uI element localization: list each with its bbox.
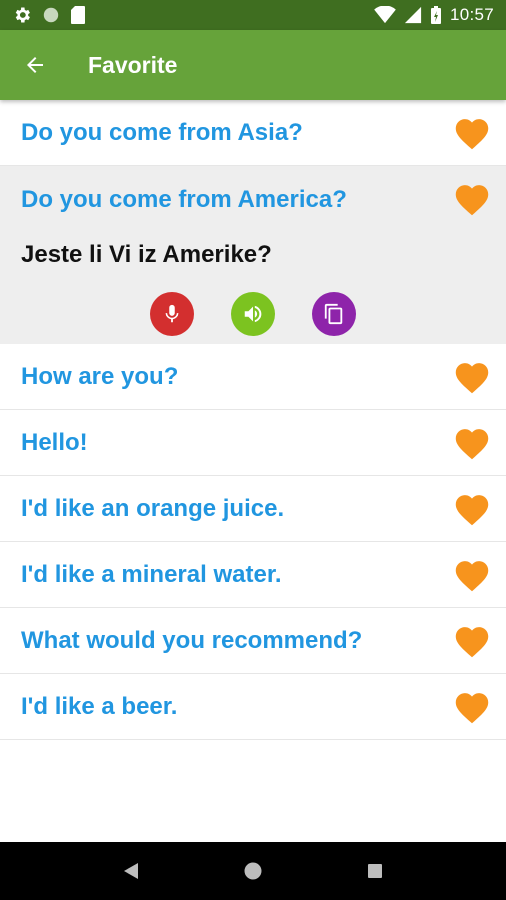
circle-icon — [43, 7, 59, 23]
list-item[interactable]: Do you come from Asia? — [0, 100, 506, 166]
heart-icon[interactable] — [453, 182, 491, 216]
phrase-text: I'd like a beer. — [21, 692, 178, 720]
microphone-icon — [165, 304, 179, 323]
speaker-button[interactable] — [231, 292, 275, 336]
list-item[interactable]: What would you recommend? — [0, 608, 506, 674]
list-item[interactable]: How are you? — [0, 344, 506, 410]
speaker-icon — [244, 305, 262, 323]
list-item[interactable]: I'd like an orange juice. — [0, 476, 506, 542]
heart-icon[interactable] — [453, 360, 491, 394]
recents-square-icon — [368, 864, 382, 878]
gear-icon — [15, 7, 30, 23]
favorites-list: Do you come from Asia? Do you come from … — [0, 100, 506, 740]
phrase-text: I'd like an orange juice. — [21, 494, 285, 522]
phrase-text: Do you come from Asia? — [21, 118, 303, 146]
nav-recents-button[interactable] — [355, 851, 395, 891]
battery-icon — [430, 6, 441, 24]
nav-back-button[interactable] — [111, 851, 151, 891]
signal-icon — [404, 6, 422, 24]
back-button[interactable] — [0, 30, 70, 100]
wifi-icon — [374, 6, 396, 24]
home-circle-icon — [244, 862, 262, 880]
heart-icon[interactable] — [453, 558, 491, 592]
back-triangle-icon — [124, 863, 138, 879]
phrase-text: What would you recommend? — [21, 626, 363, 654]
phrase-text: Hello! — [21, 428, 88, 456]
status-bar: 10:57 — [0, 0, 506, 30]
arrow-back-icon — [27, 57, 43, 73]
sd-card-icon — [71, 6, 85, 24]
action-buttons — [150, 292, 356, 336]
translation-text: Jeste li Vi iz Amerike? — [21, 241, 272, 268]
heart-icon[interactable] — [453, 426, 491, 460]
nav-home-button[interactable] — [233, 851, 273, 891]
system-nav-bar — [0, 842, 506, 900]
list-item[interactable]: I'd like a mineral water. — [0, 542, 506, 608]
list-item[interactable]: Hello! — [0, 410, 506, 476]
page-title: Favorite — [88, 51, 178, 78]
heart-icon[interactable] — [453, 624, 491, 658]
copy-button[interactable] — [312, 292, 356, 336]
microphone-button[interactable] — [150, 292, 194, 336]
copy-icon — [324, 303, 343, 325]
phrase-text: Do you come from America? — [21, 186, 347, 213]
list-item[interactable]: I'd like a beer. — [0, 674, 506, 740]
heart-icon[interactable] — [453, 492, 491, 526]
list-item-expanded[interactable]: Do you come from America? Jeste li Vi iz… — [0, 166, 506, 344]
phrase-text: I'd like a mineral water. — [21, 560, 282, 588]
app-bar: Favorite — [0, 30, 506, 100]
phrase-text: How are you? — [21, 362, 179, 390]
heart-icon[interactable] — [453, 690, 491, 724]
heart-icon[interactable] — [453, 116, 491, 150]
status-time: 10:57 — [449, 5, 494, 24]
